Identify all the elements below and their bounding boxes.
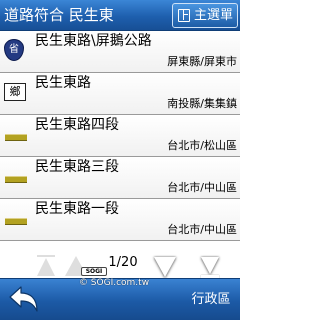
- page-title: 道路符合 民生東: [4, 6, 114, 24]
- road-region: 台北市/松山區: [167, 139, 237, 152]
- watermark-text: © SOGI.com.tw: [78, 278, 150, 288]
- provincial-road-icon: 省: [4, 39, 24, 61]
- last-page-icon[interactable]: [201, 257, 219, 274]
- road-name: 民生東路\屏鵝公路: [35, 33, 152, 49]
- first-page-icon[interactable]: [37, 258, 55, 276]
- back-button[interactable]: [0, 279, 46, 320]
- list-item[interactable]: 民生東路四段 台北市/松山區: [0, 115, 240, 157]
- list-item[interactable]: 鄉 民生東路 南投縣/集集鎮: [0, 73, 240, 115]
- grid-icon: [178, 9, 190, 22]
- main-menu-button[interactable]: 主選單: [172, 3, 238, 28]
- road-region: 南投縣/集集鎮: [167, 97, 237, 110]
- list-item[interactable]: 省 民生東路\屏鵝公路 屏東縣/屏東市: [0, 31, 240, 73]
- road-region: 台北市/中山區: [167, 223, 237, 236]
- road-region: 屏東縣/屏東市: [167, 55, 237, 68]
- watermark-logo: SOGI: [81, 267, 107, 276]
- watermark: SOGI © SOGI.com.tw: [64, 265, 164, 291]
- header-bar: 道路符合 民生東 主選單: [0, 0, 240, 31]
- road-name: 民生東路: [35, 75, 91, 91]
- road-name: 民生東路三段: [35, 159, 119, 175]
- back-arrow-icon: [9, 286, 38, 312]
- township-road-icon: 鄉: [4, 83, 26, 101]
- local-road-icon: [5, 176, 27, 183]
- app-window: 道路符合 民生東 主選單 省 民生東路\屏鵝公路 屏東縣/屏東市 鄉 民生東路 …: [0, 0, 240, 320]
- local-road-icon: [5, 134, 27, 141]
- road-region: 台北市/中山區: [167, 181, 237, 194]
- main-menu-label: 主選單: [194, 8, 234, 23]
- results-list: 省 民生東路\屏鵝公路 屏東縣/屏東市 鄉 民生東路 南投縣/集集鎮 民生東路四…: [0, 31, 240, 243]
- list-item[interactable]: 民生東路三段 台北市/中山區: [0, 157, 240, 199]
- road-name: 民生東路一段: [35, 201, 119, 217]
- list-item[interactable]: 民生東路一段 台北市/中山區: [0, 199, 240, 241]
- district-button[interactable]: 行政區: [185, 279, 237, 320]
- road-name: 民生東路四段: [35, 117, 119, 133]
- first-page-icon-bar: [37, 255, 55, 257]
- local-road-icon: [5, 218, 27, 225]
